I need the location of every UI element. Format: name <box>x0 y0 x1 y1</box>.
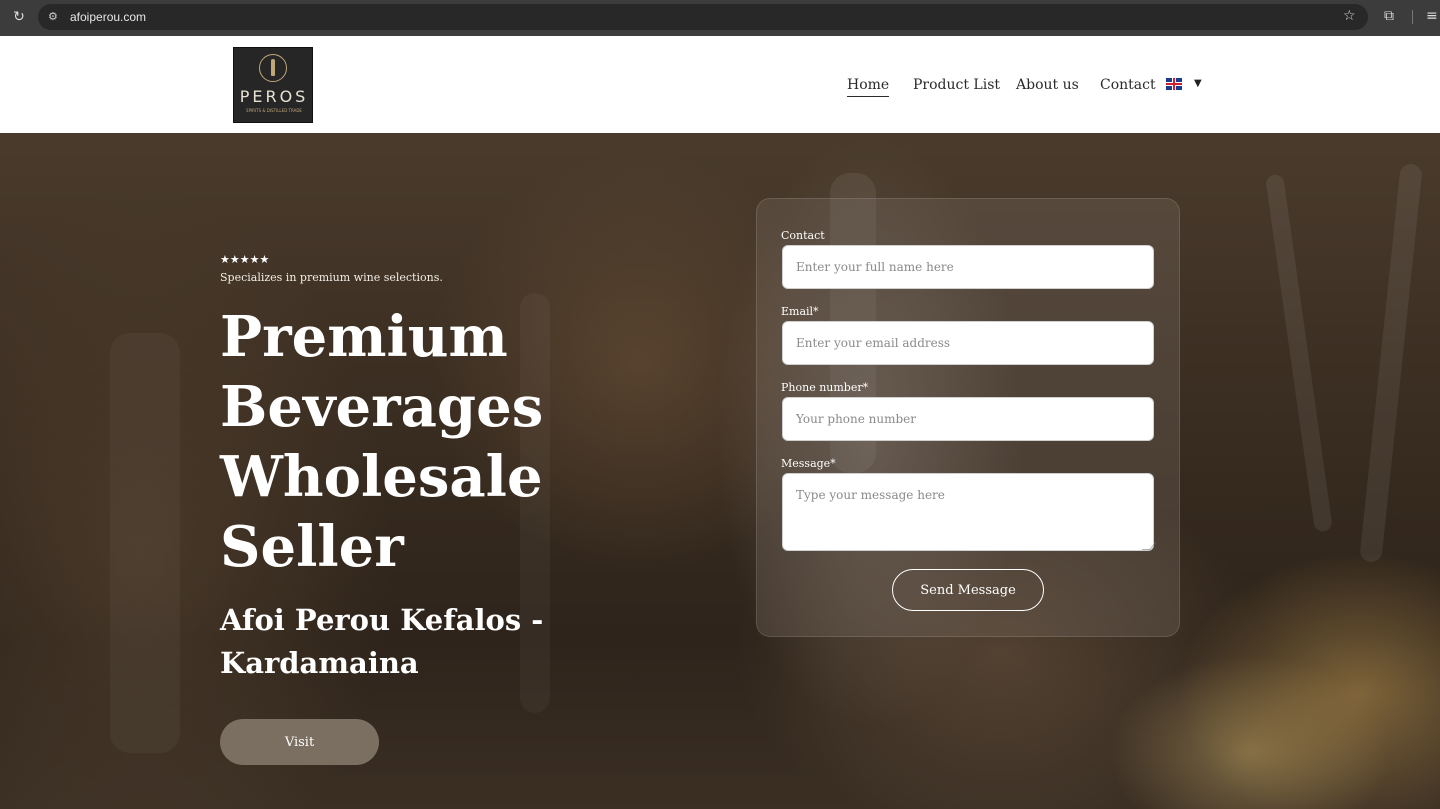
uk-flag-icon[interactable] <box>1166 78 1182 90</box>
hero-title: Premium Beverages Wholesale Seller <box>220 302 640 582</box>
message-label: Message* <box>781 457 836 470</box>
full-name-input[interactable] <box>782 245 1154 289</box>
contact-label: Contact <box>781 229 825 242</box>
logo-wordmark: PEROS <box>239 87 309 106</box>
hero-background <box>0 133 1440 809</box>
hero-title-line: Premium <box>220 304 508 370</box>
email-label: Email* <box>781 305 819 318</box>
browser-toolbar: ↻ ⚙ afoiperou.com ☆ ⧉ ≡ <box>0 0 1440 36</box>
glass-highlight <box>1265 173 1333 533</box>
toolbar-divider <box>1412 10 1413 24</box>
puzzle-icon[interactable]: ⧉ <box>1384 8 1394 24</box>
phone-input[interactable] <box>782 397 1154 441</box>
hero-tagline: Specializes in premium wine selections. <box>220 271 443 284</box>
url-text[interactable]: afoiperou.com <box>70 9 146 25</box>
star-rating: ★★★★★ <box>220 253 270 266</box>
hero-title-line: Seller <box>220 514 404 580</box>
nav-product-list[interactable]: Product List <box>913 76 1000 94</box>
send-message-button[interactable]: Send Message <box>892 569 1044 611</box>
hero-title-line: Wholesale <box>220 444 543 510</box>
site-header: PEROS SPIRITS & DISTILLED TRADE <box>0 36 1440 133</box>
logo-tagline: SPIRITS & DISTILLED TRADE <box>246 108 302 113</box>
nav-home[interactable]: Home <box>847 76 890 97</box>
nav-about-us[interactable]: About us <box>1016 76 1079 94</box>
chevron-down-icon[interactable]: ▼ <box>1194 78 1202 90</box>
star-icon[interactable]: ☆ <box>1343 8 1356 24</box>
hero-subtitle: Afoi Perou Kefalos - Kardamaina <box>220 603 544 680</box>
site-logo[interactable]: PEROS SPIRITS & DISTILLED TRADE <box>233 47 313 123</box>
visit-button[interactable]: Visit <box>220 719 379 765</box>
site-info-icon[interactable]: ⚙ <box>48 10 62 24</box>
logo-emblem-icon <box>259 54 287 82</box>
phone-label: Phone number* <box>781 381 869 394</box>
hero-title-line: Beverages <box>220 374 544 440</box>
address-bar[interactable] <box>38 4 1368 30</box>
menu-icon[interactable]: ≡ <box>1426 8 1438 24</box>
glass-highlight <box>110 333 180 753</box>
nav-contact[interactable]: Contact <box>1100 76 1156 94</box>
glass-highlight <box>1359 162 1423 564</box>
message-textarea[interactable] <box>782 473 1154 551</box>
reload-icon[interactable]: ↻ <box>11 9 27 25</box>
email-input[interactable] <box>782 321 1154 365</box>
